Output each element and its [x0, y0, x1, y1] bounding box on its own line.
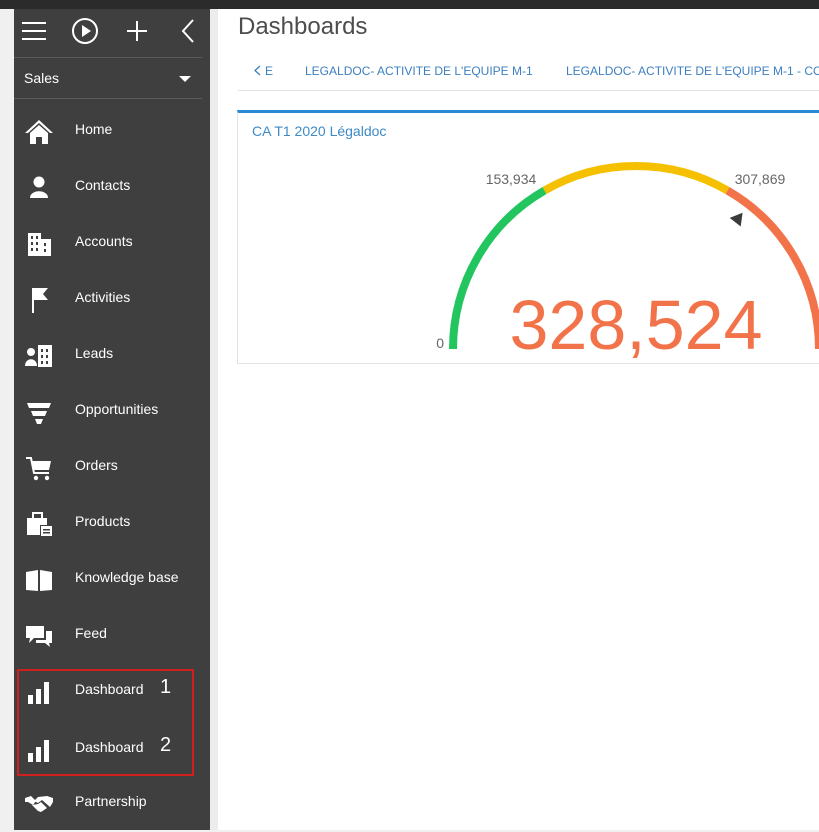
sidebar-item-label: Products	[75, 513, 130, 529]
workplace-label: Sales	[24, 70, 59, 86]
page-title: Dashboards	[238, 13, 367, 41]
sidebar-item-partnership[interactable]: Partnership	[14, 776, 210, 832]
sidebar-item-label: Activities	[75, 289, 130, 305]
products-icon	[24, 510, 54, 538]
menu-button[interactable]	[16, 13, 52, 49]
sidebar-item-label: Opportunities	[75, 401, 158, 417]
person-icon	[24, 174, 54, 202]
book-icon	[24, 566, 54, 594]
building-icon	[24, 230, 54, 258]
dashboard-tabs: E LEGALDOC- ACTIVITE DE L'EQUIPE M-1 LEG…	[238, 53, 819, 91]
chat-bubbles-icon	[24, 622, 54, 650]
sidebar-item-knowledge-base[interactable]: Knowledge base	[14, 552, 210, 608]
handshake-icon	[24, 790, 54, 818]
tab-scroll-back[interactable]: E	[254, 64, 273, 78]
leads-icon	[24, 342, 54, 370]
gauge-arc-yellow	[545, 166, 728, 191]
hamburger-icon	[21, 20, 47, 42]
sidebar-item-label: Partnership	[75, 793, 147, 809]
highlight-box	[17, 669, 194, 776]
chevron-left-icon	[180, 18, 196, 44]
run-process-button[interactable]	[67, 13, 103, 49]
home-icon	[24, 118, 54, 146]
sidebar-item-opportunities[interactable]: Opportunities	[14, 384, 210, 440]
sidebar-item-label: Home	[75, 121, 112, 137]
tab-legaldoc-activite-co[interactable]: LEGALDOC- ACTIVITE DE L'EQUIPE M-1 - CO	[566, 64, 819, 78]
sidebar-toolbar	[14, 9, 210, 57]
gauge-threshold-1-label: 153,934	[486, 171, 537, 187]
sidebar-item-activities[interactable]: Activities	[14, 272, 210, 328]
main-content: Dashboards E LEGALDOC- ACTIVITE DE L'EQU…	[218, 9, 819, 830]
sidebar-item-label: Feed	[75, 625, 107, 641]
play-circle-icon	[71, 17, 99, 45]
sidebar-item-accounts[interactable]: Accounts	[14, 216, 210, 272]
tab-legaldoc-activite[interactable]: LEGALDOC- ACTIVITE DE L'EQUIPE M-1	[305, 64, 533, 78]
gauge-widget[interactable]: CA T1 2020 Légaldoc 0 153,934 307,869 32…	[237, 110, 819, 364]
chevron-left-icon	[254, 65, 261, 76]
sidebar-item-home[interactable]: Home	[14, 104, 210, 160]
sidebar-item-label: Knowledge base	[75, 569, 179, 585]
top-bar	[0, 0, 819, 9]
left-edge	[0, 9, 14, 830]
sidebar: Sales Home Contacts Accounts Activities …	[14, 9, 210, 830]
sidebar-edge	[210, 9, 218, 830]
sidebar-item-label: Accounts	[75, 233, 133, 249]
sidebar-item-orders[interactable]: Orders	[14, 440, 210, 496]
tab-back-label: E	[265, 64, 273, 78]
add-button[interactable]	[119, 13, 155, 49]
flag-icon	[24, 286, 54, 314]
sidebar-item-label: Orders	[75, 457, 118, 473]
gauge: 0 153,934 307,869 328,524	[238, 113, 819, 364]
plus-icon	[125, 19, 149, 43]
workplace-selector[interactable]: Sales	[14, 57, 202, 99]
cart-icon	[24, 454, 54, 482]
gauge-needle	[730, 213, 743, 227]
gauge-value: 328,524	[509, 286, 762, 364]
sidebar-item-label: Leads	[75, 345, 113, 361]
chevron-down-icon	[179, 76, 191, 82]
sidebar-item-feed[interactable]: Feed	[14, 608, 210, 664]
gauge-threshold-2-label: 307,869	[735, 171, 786, 187]
gauge-min-label: 0	[436, 335, 444, 351]
sidebar-item-label: Contacts	[75, 177, 130, 193]
collapse-sidebar-button[interactable]	[170, 13, 206, 49]
sidebar-item-products[interactable]: Products	[14, 496, 210, 552]
funnel-icon	[24, 398, 54, 426]
sidebar-item-leads[interactable]: Leads	[14, 328, 210, 384]
sidebar-item-contacts[interactable]: Contacts	[14, 160, 210, 216]
